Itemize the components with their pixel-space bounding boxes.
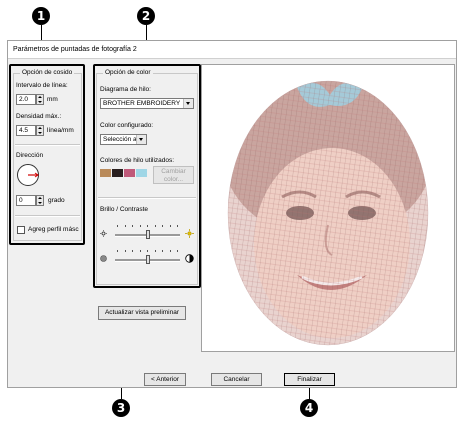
brightness-slider-thumb[interactable] xyxy=(145,230,150,239)
brightness-tick xyxy=(117,225,118,227)
brightness-tick xyxy=(132,225,133,227)
direction-label: Dirección xyxy=(16,152,44,159)
update-preview-button[interactable]: Actualizar vista preliminar xyxy=(98,306,186,320)
contrast-tick xyxy=(154,250,156,252)
brightness-ticks xyxy=(117,225,178,227)
brightness-tick xyxy=(162,225,163,227)
contrast-tick xyxy=(162,250,163,252)
contrast-slider-thumb[interactable] xyxy=(145,255,150,264)
change-color-button[interactable]: Cambiar color... xyxy=(153,166,194,184)
callout-4: 4 xyxy=(300,399,318,417)
stitch-preview-image xyxy=(227,80,429,346)
finish-button[interactable]: Finalizar xyxy=(284,373,335,386)
callout-2: 2 xyxy=(137,7,155,25)
contrast-tick xyxy=(117,250,118,252)
mask-outline-label: Agreg perfil másc xyxy=(28,226,79,233)
thread-color-swatch xyxy=(136,169,147,177)
thread-chart-label: Diagrama de hilo: xyxy=(100,86,151,93)
cancel-button[interactable]: Cancelar xyxy=(211,373,262,386)
thread-chart-value: BROTHER EMBROIDERY xyxy=(103,100,181,107)
sewing-divider-1 xyxy=(15,144,80,146)
brightness-low-icon xyxy=(100,230,107,237)
chevron-down-icon[interactable] xyxy=(183,99,193,108)
configured-color-select[interactable]: Selección a xyxy=(100,134,147,145)
brightness-tick xyxy=(169,225,171,227)
used-colors-label: Colores de hilo utilizados: xyxy=(100,157,175,164)
direction-input[interactable]: 0 xyxy=(16,195,36,206)
line-interval-label: Intervalo de línea: xyxy=(16,82,68,89)
configured-color-label: Color configurado: xyxy=(100,122,154,129)
contrast-tick xyxy=(124,250,126,252)
max-density-spinner[interactable] xyxy=(36,125,44,136)
stitch-preview-area xyxy=(201,64,455,352)
contrast-tick xyxy=(132,250,133,252)
contrast-tick xyxy=(177,250,178,252)
brightness-contrast-label: Brillo / Contraste xyxy=(100,206,149,213)
direction-spinner[interactable] xyxy=(36,195,44,206)
callout-3: 3 xyxy=(112,399,130,417)
brightness-high-icon xyxy=(185,229,194,238)
contrast-ticks xyxy=(117,250,178,252)
line-interval-input[interactable]: 2.0 xyxy=(16,94,36,105)
back-button[interactable]: < Anterior xyxy=(144,373,186,386)
thread-color-swatch xyxy=(124,169,135,177)
contrast-tick xyxy=(169,250,171,252)
brightness-tick xyxy=(177,225,178,227)
max-density-label: Densidad máx.: xyxy=(16,113,62,120)
max-density-unit: línea/mm xyxy=(47,127,74,134)
brightness-tick xyxy=(154,225,156,227)
contrast-high-icon xyxy=(185,254,194,263)
brightness-tick xyxy=(139,225,141,227)
thread-chart-select[interactable]: BROTHER EMBROIDERY xyxy=(100,98,194,109)
contrast-tick xyxy=(147,250,148,252)
contrast-tick xyxy=(139,250,141,252)
direction-dial-icon[interactable] xyxy=(16,163,40,187)
configured-color-value: Selección a xyxy=(103,136,137,143)
color-divider xyxy=(98,197,196,199)
callout-1: 1 xyxy=(32,7,50,25)
color-options-legend: Opción de color xyxy=(103,69,153,76)
thread-color-swatch xyxy=(112,169,123,177)
max-density-input[interactable]: 4.5 xyxy=(16,125,36,136)
dialog-title: Parámetros de puntadas de fotografía 2 xyxy=(8,41,456,59)
brightness-tick xyxy=(147,225,148,227)
chevron-down-icon[interactable] xyxy=(136,135,146,144)
brightness-tick xyxy=(124,225,126,227)
sewing-divider-2 xyxy=(15,215,80,217)
line-interval-unit: mm xyxy=(47,96,58,103)
direction-unit: grado xyxy=(48,197,65,204)
sewing-options-legend: Opción de cosido xyxy=(20,69,75,76)
mask-outline-checkbox[interactable] xyxy=(17,226,25,234)
contrast-low-icon xyxy=(100,255,107,262)
line-interval-spinner[interactable] xyxy=(36,94,44,105)
thread-color-swatch xyxy=(100,169,111,177)
